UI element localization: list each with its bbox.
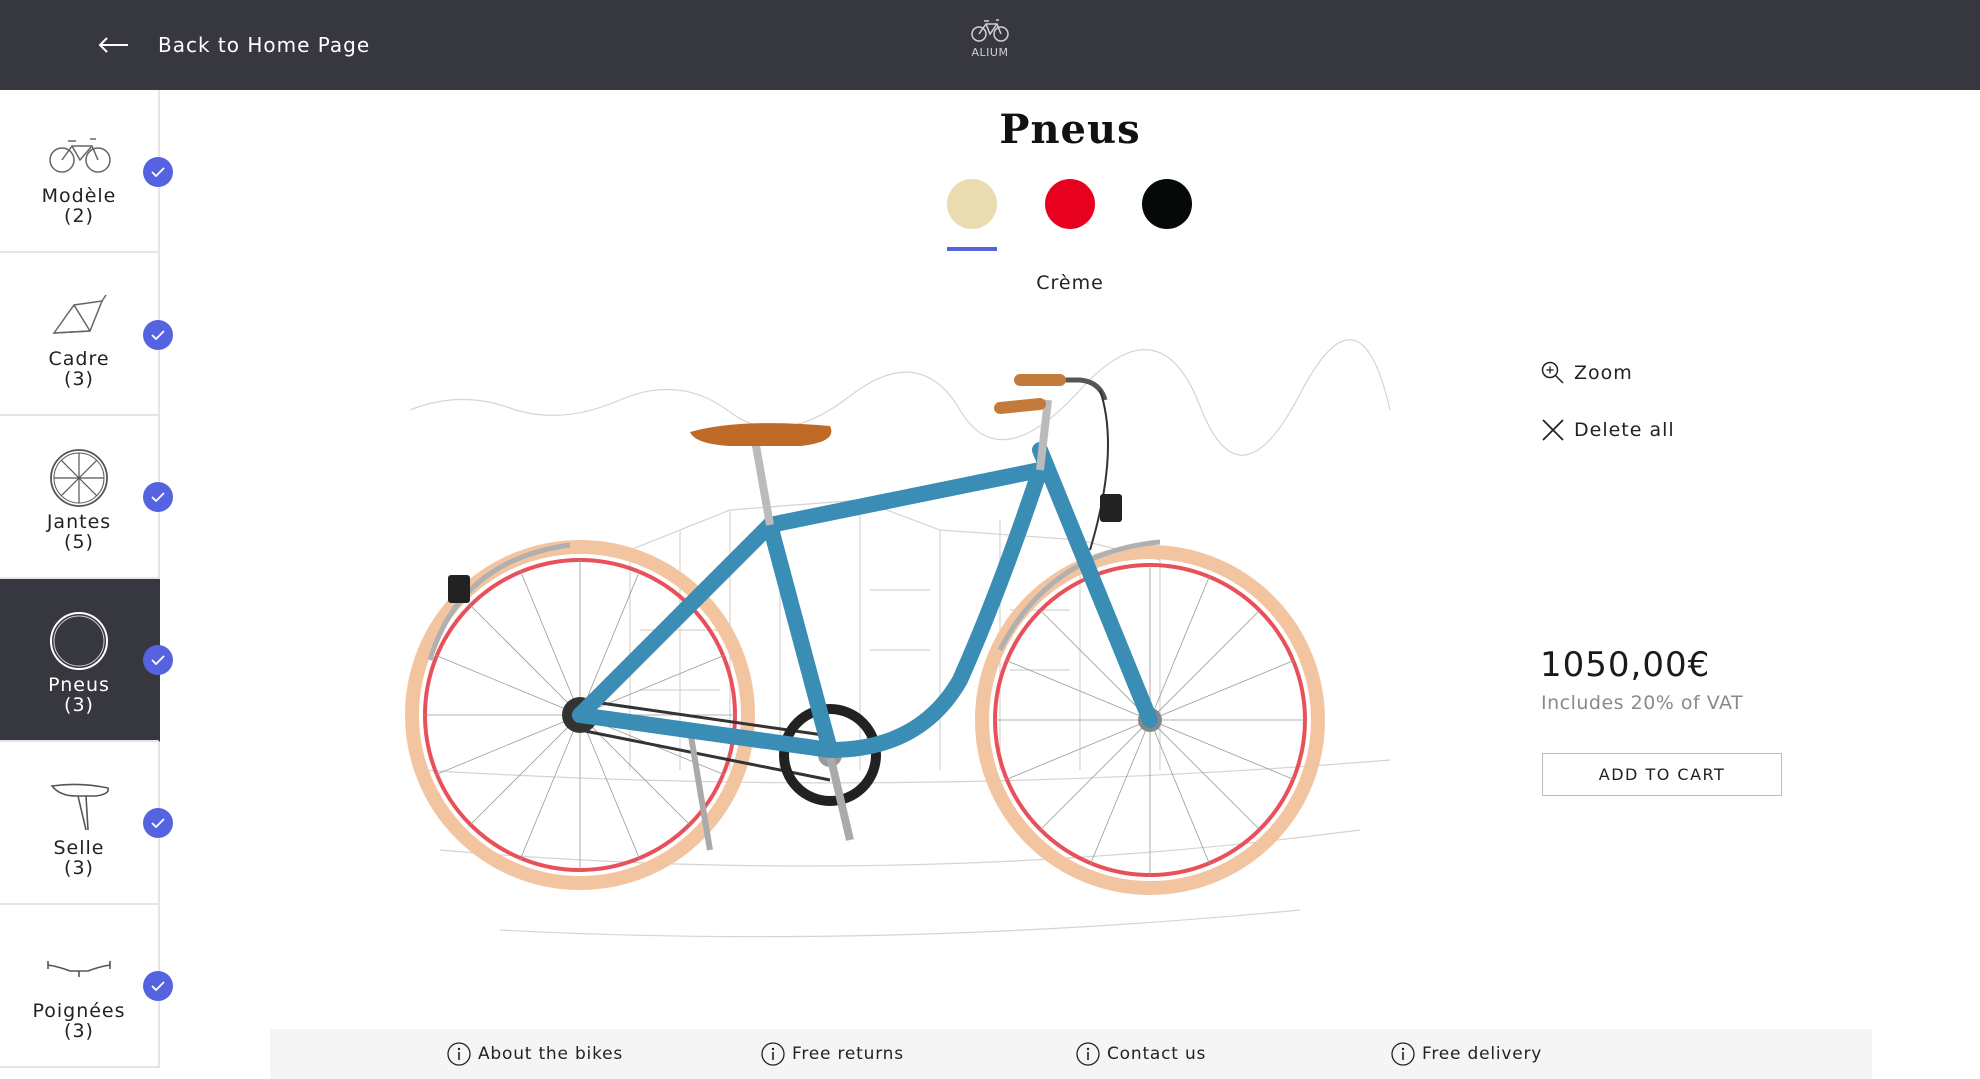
sidebar-item-count: (3)	[64, 1020, 94, 1042]
configurator-sidebar: Modèle (2) Cadre (3) Jantes (5) Pneus (3…	[0, 90, 173, 1079]
delete-all-label: Delete all	[1574, 419, 1675, 441]
sidebar-item-label: Jantes	[46, 511, 112, 533]
footer-link-delivery[interactable]: Free delivery	[1390, 1041, 1542, 1067]
swatch-red[interactable]	[1045, 179, 1095, 229]
frame-icon	[52, 294, 107, 334]
sidebar-item-count: (3)	[64, 857, 94, 879]
footer-link-label: About the bikes	[478, 1044, 624, 1064]
close-icon	[1542, 419, 1564, 441]
sidebar-item-count: (3)	[64, 694, 94, 716]
top-bar: Back to Home Page ALIUM	[0, 0, 1980, 90]
sidebar-item-label: Cadre	[48, 348, 110, 370]
zoom-button[interactable]: Zoom	[1540, 360, 1633, 386]
check-icon	[143, 971, 173, 1001]
selected-color-name: Crème	[1036, 272, 1104, 294]
swatch-black[interactable]	[1142, 179, 1192, 229]
handlebar-icon	[47, 961, 111, 977]
rim-icon	[50, 449, 108, 507]
sidebar-item-pneus[interactable]: Pneus (3)	[0, 579, 160, 742]
footer-link-label: Free delivery	[1422, 1044, 1543, 1064]
bike-icon	[49, 138, 111, 173]
selected-swatch-indicator	[947, 247, 997, 251]
info-icon	[761, 1042, 785, 1066]
sidebar-item-label: Selle	[53, 837, 105, 859]
sidebar-item-count: (5)	[64, 531, 94, 553]
sidebar-item-selle[interactable]: Selle (3)	[0, 742, 160, 905]
zoom-label: Zoom	[1574, 362, 1633, 384]
footer-link-label: Contact us	[1107, 1044, 1207, 1064]
delete-all-button[interactable]: Delete all	[1540, 417, 1675, 443]
price-amount: 1050,00€	[1540, 645, 1711, 685]
tire-icon	[50, 612, 108, 670]
check-icon	[143, 808, 173, 838]
logo-text: ALIUM	[971, 46, 1009, 59]
footer-bar: About the bikes Free returns Contact us …	[270, 1029, 1872, 1079]
saddle-icon	[50, 783, 110, 831]
zoom-in-icon	[1541, 361, 1564, 384]
sidebar-item-poignees[interactable]: Poignées (3)	[0, 905, 160, 1068]
info-icon	[447, 1042, 471, 1066]
swatch-creme[interactable]	[947, 179, 997, 229]
info-icon	[1391, 1042, 1415, 1066]
back-label: Back to Home Page	[158, 33, 371, 57]
info-icon	[1076, 1042, 1100, 1066]
sidebar-item-label: Pneus	[48, 674, 110, 696]
arrow-left-icon	[98, 37, 128, 53]
footer-link-about[interactable]: About the bikes	[446, 1041, 623, 1067]
page-title: Pneus	[999, 106, 1141, 153]
check-icon	[143, 320, 173, 350]
sidebar-item-modele[interactable]: Modèle (2)	[0, 90, 160, 253]
brand-logo[interactable]: ALIUM	[940, 16, 1040, 72]
bike-logo-icon	[971, 19, 1009, 42]
bike-illustration	[405, 339, 1391, 938]
sidebar-item-label: Modèle	[41, 185, 117, 207]
vat-note: Includes 20% of VAT	[1541, 692, 1744, 714]
check-icon	[143, 157, 173, 187]
bike-preview	[400, 330, 1400, 950]
sidebar-item-count: (2)	[64, 205, 94, 227]
add-to-cart-button[interactable]: ADD TO CART	[1542, 753, 1782, 796]
sidebar-item-label: Poignées	[32, 1000, 126, 1022]
footer-link-label: Free returns	[792, 1044, 904, 1064]
check-icon	[143, 645, 173, 675]
sidebar-item-count: (3)	[64, 368, 94, 390]
check-icon	[143, 482, 173, 512]
footer-link-returns[interactable]: Free returns	[760, 1041, 904, 1067]
back-to-home-link[interactable]: Back to Home Page	[98, 26, 370, 64]
sidebar-item-jantes[interactable]: Jantes (5)	[0, 416, 160, 579]
footer-link-contact[interactable]: Contact us	[1075, 1041, 1206, 1067]
sidebar-item-cadre[interactable]: Cadre (3)	[0, 253, 160, 416]
